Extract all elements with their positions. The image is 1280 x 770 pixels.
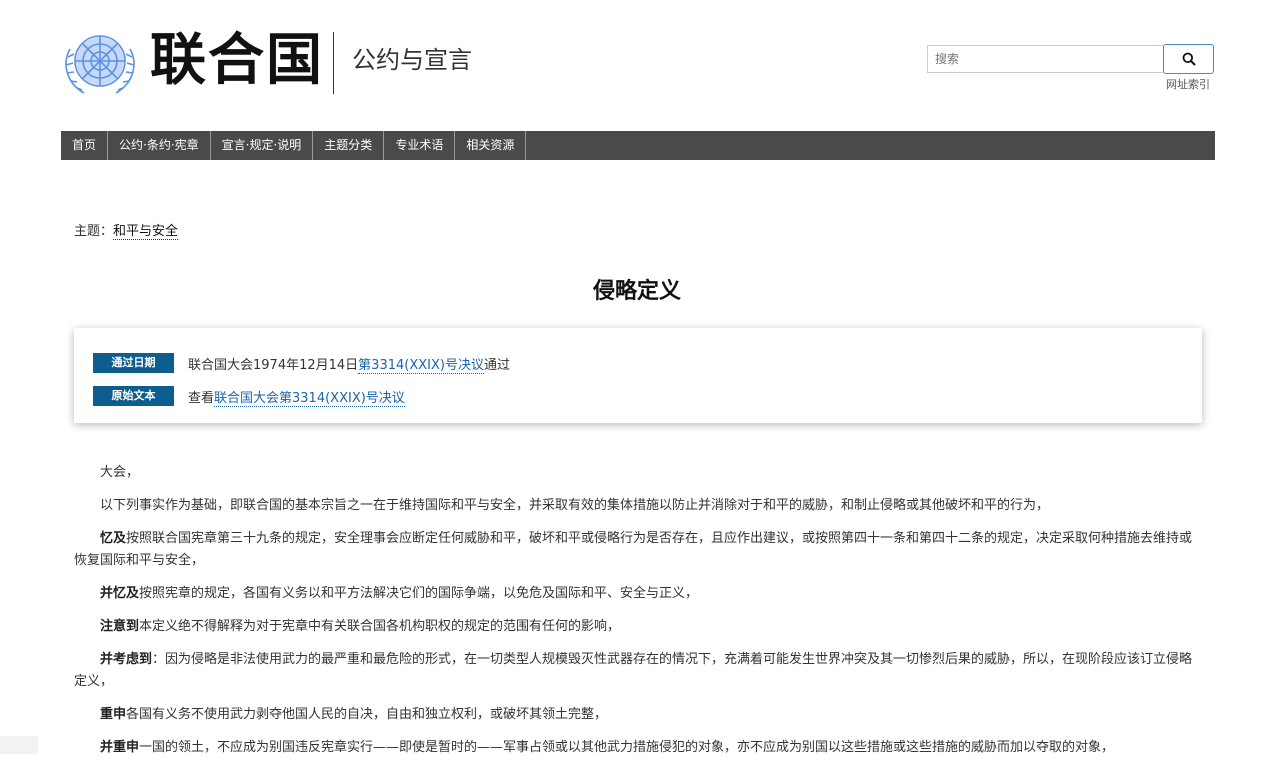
paragraph-text: ：因为侵略是非法使用武力的最严重和最危险的形式，在一切类型人规模毁灭性武器存在的…	[74, 652, 1193, 689]
source-badge: 原始文本	[93, 386, 174, 406]
paragraph-text: 按照宪章的规定，各国有义务以和平方法解决它们的国际争端，以免危及国际和平、安全与…	[139, 586, 699, 601]
brand-divider	[333, 32, 334, 94]
resolution-body: 大会， 以下列事实作为基础，即联合国的基本宗旨之一在于维持国际和平与安全，并采取…	[74, 462, 1204, 770]
resolution-link[interactable]: 第3314(XXIX)号决议	[358, 357, 484, 374]
nav-item-home[interactable]: 首页	[61, 131, 109, 160]
info-card: 通过日期 联合国大会1974年12月14日第3314(XXIX)号决议通过 原始…	[74, 328, 1202, 423]
paragraph-text: 一国的领土，不应成为别国违反宪章实行——即使是暂时的——军事占领或以其他武力措施…	[139, 740, 1115, 755]
site-header: 联合国 公约与宣言 网址索引	[0, 0, 1280, 120]
paragraph-lead: 并考虑到	[100, 652, 153, 667]
search-button[interactable]	[1163, 44, 1214, 74]
paragraph-text: 各国有义务不使用武力剥夺他国人民的自决，自由和独立权利，或破坏其领土完整，	[126, 707, 608, 722]
site-subtitle[interactable]: 公约与宣言	[352, 44, 472, 76]
paragraph-lead: 重申	[100, 707, 127, 722]
search-input[interactable]	[927, 45, 1163, 73]
nav-item-declarations[interactable]: 宣言·规定·说明	[211, 131, 314, 160]
topic-breadcrumb: 主题：和平与安全	[74, 220, 179, 240]
paragraph-text: 按照联合国宪章第三十九条的规定，安全理事会应断定任何威胁和平，破坏和平或侵略行为…	[74, 531, 1193, 568]
paragraph-text: 本定义绝不得解释为对于宪章中有关联合国各机构职权的规定的范围有任何的影响，	[139, 619, 621, 634]
paragraph: 忆及按照联合国宪章第三十九条的规定，安全理事会应断定任何威胁和平，破坏和平或侵略…	[74, 528, 1204, 572]
paragraph-text: 以下列事实作为基础，即联合国的基本宗旨之一在于维持国际和平与安全，并采取有效的集…	[100, 498, 1050, 513]
main-nav: 首页 公约·条约·宪章 宣言·规定·说明 主题分类 专业术语 相关资源	[61, 131, 1215, 160]
adopted-prefix: 联合国大会1974年12月14日	[188, 357, 359, 373]
adopted-badge: 通过日期	[93, 353, 174, 373]
paragraph: 并考虑到：因为侵略是非法使用武力的最严重和最危险的形式，在一切类型人规模毁灭性武…	[74, 649, 1204, 693]
topic-prefix: 主题：	[74, 224, 114, 239]
search-icon	[1182, 52, 1196, 66]
paragraph: 并忆及按照宪章的规定，各国有义务以和平方法解决它们的国际争端，以免危及国际和平、…	[74, 583, 1204, 605]
source-row: 原始文本 查看联合国大会第3314(XXIX)号决议	[93, 386, 405, 407]
un-emblem-icon[interactable]	[58, 27, 142, 97]
paragraph: 注意到本定义绝不得解释为对于宪章中有关联合国各机构职权的规定的范围有任何的影响，	[74, 616, 1204, 638]
paragraph: 以下列事实作为基础，即联合国的基本宗旨之一在于维持国际和平与安全，并采取有效的集…	[74, 495, 1204, 517]
paragraph: 并重申一国的领土，不应成为别国违反宪章实行——即使是暂时的——军事占领或以其他武…	[74, 737, 1204, 759]
floating-widget[interactable]	[0, 736, 38, 754]
paragraph-lead: 注意到	[100, 619, 140, 634]
paragraph-lead: 忆及	[100, 531, 127, 546]
adopted-suffix: 通过	[483, 357, 510, 373]
nav-item-terminology[interactable]: 专业术语	[384, 131, 456, 160]
nav-item-topics[interactable]: 主题分类	[313, 131, 385, 160]
paragraph-lead: 并忆及	[100, 586, 140, 601]
adopted-text: 联合国大会1974年12月14日第3314(XXIX)号决议通过	[188, 354, 510, 374]
site-index-link[interactable]: 网址索引	[1166, 76, 1210, 92]
paragraph-lead: 并重申	[100, 740, 140, 755]
paragraph: 重申各国有义务不使用武力剥夺他国人民的自决，自由和独立权利，或破坏其领土完整，	[74, 704, 1204, 726]
topic-link[interactable]: 和平与安全	[113, 224, 179, 240]
source-prefix: 查看	[188, 390, 215, 406]
adopted-row: 通过日期 联合国大会1974年12月14日第3314(XXIX)号决议通过	[93, 353, 510, 374]
nav-item-conventions[interactable]: 公约·条约·宪章	[108, 131, 211, 160]
brand-title[interactable]: 联合国	[150, 28, 324, 94]
source-link[interactable]: 联合国大会第3314(XXIX)号决议	[214, 390, 405, 407]
paragraph: 大会，	[100, 465, 140, 480]
page-title: 侵略定义	[592, 279, 681, 304]
source-text: 查看联合国大会第3314(XXIX)号决议	[188, 387, 405, 407]
nav-item-resources[interactable]: 相关资源	[455, 131, 527, 160]
